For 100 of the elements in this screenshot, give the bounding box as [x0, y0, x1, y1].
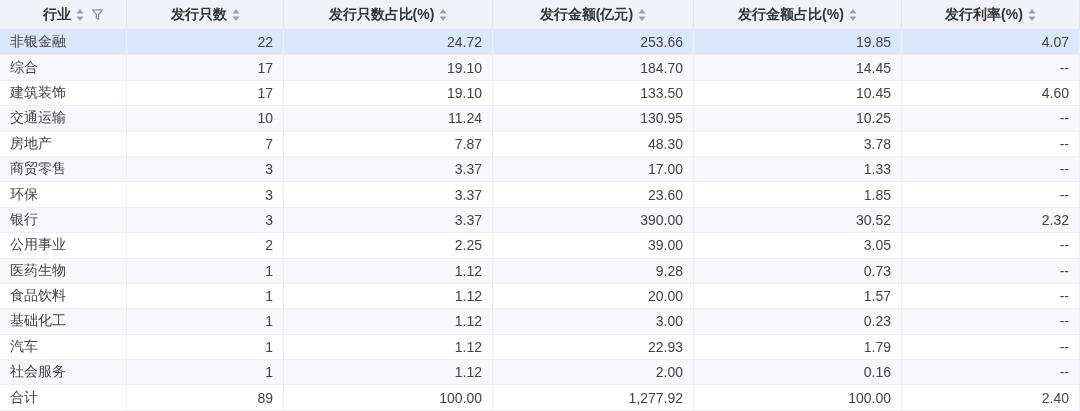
- table-row[interactable]: 医药生物 1 1.12 9.28 0.73 --: [0, 258, 1080, 284]
- table-cell: 环保: [10, 185, 38, 204]
- table-cell: 39.00: [647, 237, 683, 254]
- table-row[interactable]: 建筑装饰 17 19.10 133.50 10.45 4.60: [0, 80, 1080, 107]
- table-row[interactable]: 合计 89 100.00 1,277.92 100.00 2.40: [0, 385, 1080, 411]
- table-cell: 3: [265, 161, 273, 178]
- table-cell: 19.10: [446, 84, 482, 101]
- table-cell: 1: [265, 338, 273, 355]
- table-cell: 0.16: [863, 364, 891, 381]
- table-cell: --: [1059, 237, 1069, 254]
- sort-icon[interactable]: [439, 7, 448, 22]
- table-row[interactable]: 非银金融 22 24.72 253.66 19.85 4.07: [0, 30, 1080, 56]
- table-cell: --: [1059, 313, 1069, 330]
- table-cell: 1: [265, 262, 273, 279]
- table-cell: 1: [265, 288, 273, 305]
- table-row[interactable]: 环保 3 3.37 23.60 1.85 --: [0, 182, 1080, 208]
- table-cell: 7.87: [454, 135, 482, 152]
- table-cell: 2.00: [655, 364, 683, 381]
- column-header: 发行只数占比(%): [328, 5, 435, 24]
- table-cell: 3.00: [655, 313, 683, 330]
- table-cell: 89: [257, 389, 273, 406]
- table-cell: 非银金融: [10, 33, 66, 52]
- table-row[interactable]: 综合 17 19.10 184.70 14.45 --: [0, 55, 1080, 81]
- table-cell: 22.93: [647, 338, 683, 355]
- table-cell: 医药生物: [10, 261, 66, 280]
- table-row[interactable]: 社会服务 1 1.12 2.00 0.16 --: [0, 360, 1080, 386]
- column-header: 发行利率(%): [945, 5, 1023, 24]
- table-cell: 3.37: [454, 161, 482, 178]
- table-cell: --: [1059, 135, 1069, 152]
- sort-icon[interactable]: [75, 7, 84, 22]
- table-cell: 1.79: [863, 338, 891, 355]
- table-row[interactable]: 银行 3 3.37 390.00 30.52 2.32: [0, 207, 1080, 234]
- table-cell: 2.25: [454, 237, 482, 254]
- table-cell: --: [1059, 288, 1069, 305]
- table-cell: 公用事业: [10, 236, 66, 255]
- table-cell: 7: [265, 135, 273, 152]
- sort-icon[interactable]: [1027, 7, 1036, 22]
- table-cell: 0.23: [863, 313, 891, 330]
- table-cell: --: [1059, 110, 1069, 127]
- column-header: 行业: [42, 5, 71, 24]
- table-cell: 10.25: [855, 110, 891, 127]
- table-cell: 19.10: [446, 59, 482, 76]
- table-cell: 1.12: [454, 364, 482, 381]
- table-cell: 3.78: [863, 135, 891, 152]
- table-cell: 100.00: [848, 389, 891, 406]
- column-header: 发行金额(亿元): [539, 5, 634, 24]
- table-row[interactable]: 食品饮料 1 1.12 20.00 1.57 --: [0, 283, 1080, 310]
- table-cell: 0.73: [863, 262, 891, 279]
- table-row[interactable]: 汽车 1 1.12 22.93 1.79 --: [0, 334, 1080, 361]
- table-row[interactable]: 房地产 7 7.87 48.30 3.78 --: [0, 131, 1080, 157]
- table-cell: 4.07: [1041, 34, 1069, 51]
- table-cell: 1.12: [454, 313, 482, 330]
- table-cell: 17: [257, 84, 273, 101]
- table-cell: 社会服务: [10, 363, 66, 382]
- table-cell: 1: [265, 313, 273, 330]
- table-cell: 10: [257, 110, 273, 127]
- table-cell: 30.52: [855, 211, 891, 228]
- table-cell: 14.45: [855, 59, 891, 76]
- table-cell: 24.72: [446, 34, 482, 51]
- sort-icon[interactable]: [848, 7, 857, 22]
- sort-icon[interactable]: [231, 7, 240, 22]
- table-cell: 合计: [10, 388, 38, 407]
- table-cell: 3.37: [454, 186, 482, 203]
- table-cell: 17: [257, 59, 273, 76]
- table-cell: 1.85: [863, 186, 891, 203]
- table-cell: 食品饮料: [10, 287, 66, 306]
- table-cell: --: [1059, 364, 1069, 381]
- table-cell: --: [1059, 161, 1069, 178]
- table-cell: --: [1059, 186, 1069, 203]
- table-cell: 1,277.92: [628, 389, 683, 406]
- table-row[interactable]: 交通运输 10 11.24 130.95 10.25 --: [0, 106, 1080, 132]
- table-cell: 11.24: [448, 110, 482, 127]
- table-cell: 23.60: [647, 186, 683, 203]
- table-cell: 10.45: [855, 84, 891, 101]
- table-cell: 22: [257, 34, 273, 51]
- table-cell: 建筑装饰: [10, 83, 66, 102]
- table-cell: 银行: [10, 210, 38, 229]
- table-cell: 9.28: [655, 262, 683, 279]
- filter-icon[interactable]: [91, 8, 104, 21]
- table-cell: 253.66: [640, 34, 683, 51]
- column-header: 发行只数: [170, 5, 227, 24]
- table-cell: 汽车: [10, 337, 38, 356]
- table-cell: 交通运输: [10, 109, 66, 128]
- table-cell: 1.12: [454, 338, 482, 355]
- table-cell: 48.30: [647, 135, 683, 152]
- table-cell: 20.00: [647, 288, 683, 305]
- table-cell: 1.33: [863, 161, 891, 178]
- table-cell: 4.60: [1041, 84, 1069, 101]
- table-cell: 3: [265, 211, 273, 228]
- table-cell: 2.40: [1041, 389, 1069, 406]
- table-cell: 100.00: [439, 389, 482, 406]
- table-row[interactable]: 基础化工 1 1.12 3.00 0.23 --: [0, 309, 1080, 335]
- table-row[interactable]: 商贸零售 3 3.37 17.00 1.33 --: [0, 156, 1080, 183]
- table-cell: 3.05: [863, 237, 891, 254]
- table-cell: --: [1059, 338, 1069, 355]
- sort-icon[interactable]: [638, 7, 647, 22]
- table-row[interactable]: 公用事业 2 2.25 39.00 3.05 --: [0, 233, 1080, 259]
- table-cell: 综合: [10, 58, 38, 77]
- table-cell: --: [1059, 59, 1069, 76]
- table-cell: 房地产: [10, 134, 52, 153]
